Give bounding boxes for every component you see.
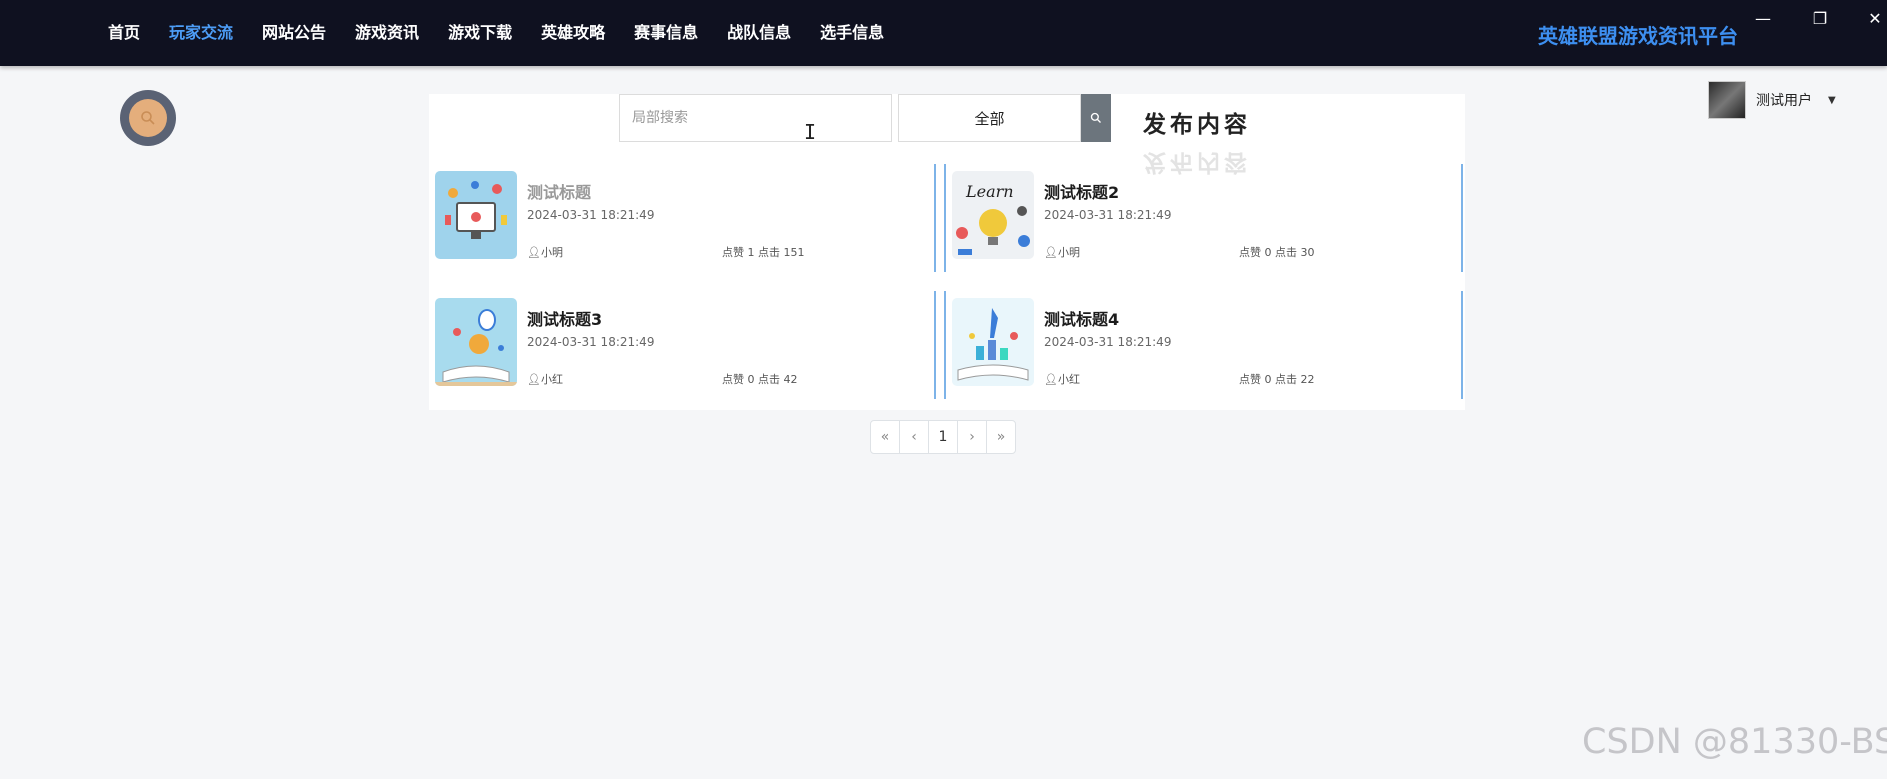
user-icon: 👤︎	[527, 373, 541, 386]
user-icon: 👤︎	[1044, 246, 1058, 259]
card-divider	[1461, 164, 1463, 272]
page-first-button[interactable]: «	[870, 420, 900, 454]
search-icon	[1090, 112, 1101, 123]
svg-text:Learn: Learn	[965, 182, 1014, 201]
card-divider	[944, 164, 946, 272]
nav-item-home[interactable]: 首页	[108, 19, 140, 43]
page-last-button[interactable]: »	[986, 420, 1016, 454]
post-stats: 点赞 0 点击 42	[722, 373, 798, 386]
post-stats: 点赞 0 点击 22	[1239, 373, 1315, 386]
post-author: 👤︎小红	[527, 373, 563, 386]
post-thumbnail	[952, 298, 1034, 386]
search-button[interactable]	[1081, 94, 1111, 142]
nav-item-players[interactable]: 选手信息	[820, 19, 884, 43]
minimize-icon[interactable]: —	[1752, 8, 1774, 30]
post-time: 2024-03-31 18:21:49	[527, 335, 655, 349]
card-divider	[934, 291, 936, 399]
nav-item-game-news[interactable]: 游戏资讯	[355, 19, 419, 43]
post-time: 2024-03-31 18:21:49	[1044, 208, 1172, 222]
nav-item-hero-guides[interactable]: 英雄攻略	[541, 19, 605, 43]
post-title[interactable]: 测试标题4	[1044, 306, 1119, 330]
post-author: 👤︎小红	[1044, 373, 1080, 386]
card-divider	[944, 291, 946, 399]
post-thumbnail	[435, 298, 517, 386]
nav-item-announcements[interactable]: 网站公告	[262, 19, 326, 43]
close-icon[interactable]: ✕	[1864, 8, 1886, 30]
text-cursor-icon: I	[804, 120, 817, 144]
publish-content-button[interactable]: 发布内容	[1143, 105, 1251, 139]
post-title[interactable]: 测试标题3	[527, 306, 602, 330]
post-card[interactable]: 测试标题3 2024-03-31 18:21:49 👤︎小红 点赞 0 点击 4…	[429, 291, 936, 399]
floating-search-inner	[129, 99, 167, 137]
floating-search-button[interactable]	[120, 90, 176, 146]
nav-item-teams[interactable]: 战队信息	[727, 19, 791, 43]
post-thumbnail	[435, 171, 517, 259]
user-icon: 👤︎	[527, 246, 541, 259]
post-title[interactable]: 测试标题	[527, 179, 591, 203]
category-select[interactable]: 全部	[898, 94, 1081, 142]
publish-content-reflection: 发布内容	[1143, 149, 1251, 175]
user-name: 测试用户	[1756, 93, 1812, 109]
user-menu[interactable]: 测试用户 ▼	[1708, 81, 1836, 119]
avatar	[1708, 81, 1746, 119]
user-icon: 👤︎	[1044, 373, 1058, 386]
caret-down-icon: ▼	[1828, 94, 1836, 106]
post-author: 👤︎小明	[1044, 246, 1080, 259]
post-author: 👤︎小明	[527, 246, 563, 259]
post-time: 2024-03-31 18:21:49	[1044, 335, 1172, 349]
post-card[interactable]: 测试标题4 2024-03-31 18:21:49 👤︎小红 点赞 0 点击 2…	[944, 291, 1463, 399]
page-next-button[interactable]: ›	[957, 420, 987, 454]
search-input[interactable]	[619, 94, 892, 142]
main-nav: 首页 玩家交流 网站公告 游戏资讯 游戏下载 英雄攻略 赛事信息 战队信息 选手…	[108, 0, 913, 62]
card-divider	[934, 164, 936, 272]
post-title[interactable]: 测试标题2	[1044, 179, 1119, 203]
page-number-button[interactable]: 1	[928, 420, 958, 454]
nav-item-player-exchange[interactable]: 玩家交流	[169, 19, 233, 43]
top-navbar: 首页 玩家交流 网站公告 游戏资讯 游戏下载 英雄攻略 赛事信息 战队信息 选手…	[0, 0, 1887, 66]
restore-icon[interactable]: ❐	[1809, 8, 1831, 30]
post-stats: 点赞 1 点击 151	[722, 246, 805, 259]
post-card[interactable]: 测试标题 2024-03-31 18:21:49 👤︎小明 点赞 1 点击 15…	[429, 164, 936, 272]
site-brand[interactable]: 英雄联盟游戏资讯平台	[1538, 20, 1738, 49]
post-thumbnail: Learn	[952, 171, 1034, 259]
page-prev-button[interactable]: ‹	[899, 420, 929, 454]
pagination: « ‹ 1 › »	[870, 420, 1016, 454]
card-divider	[1461, 291, 1463, 399]
watermark: CSDN @81330-BS	[1582, 722, 1887, 762]
search-icon	[141, 111, 155, 125]
nav-item-events[interactable]: 赛事信息	[634, 19, 698, 43]
post-stats: 点赞 0 点击 30	[1239, 246, 1315, 259]
post-time: 2024-03-31 18:21:49	[527, 208, 655, 222]
nav-item-game-download[interactable]: 游戏下载	[448, 19, 512, 43]
